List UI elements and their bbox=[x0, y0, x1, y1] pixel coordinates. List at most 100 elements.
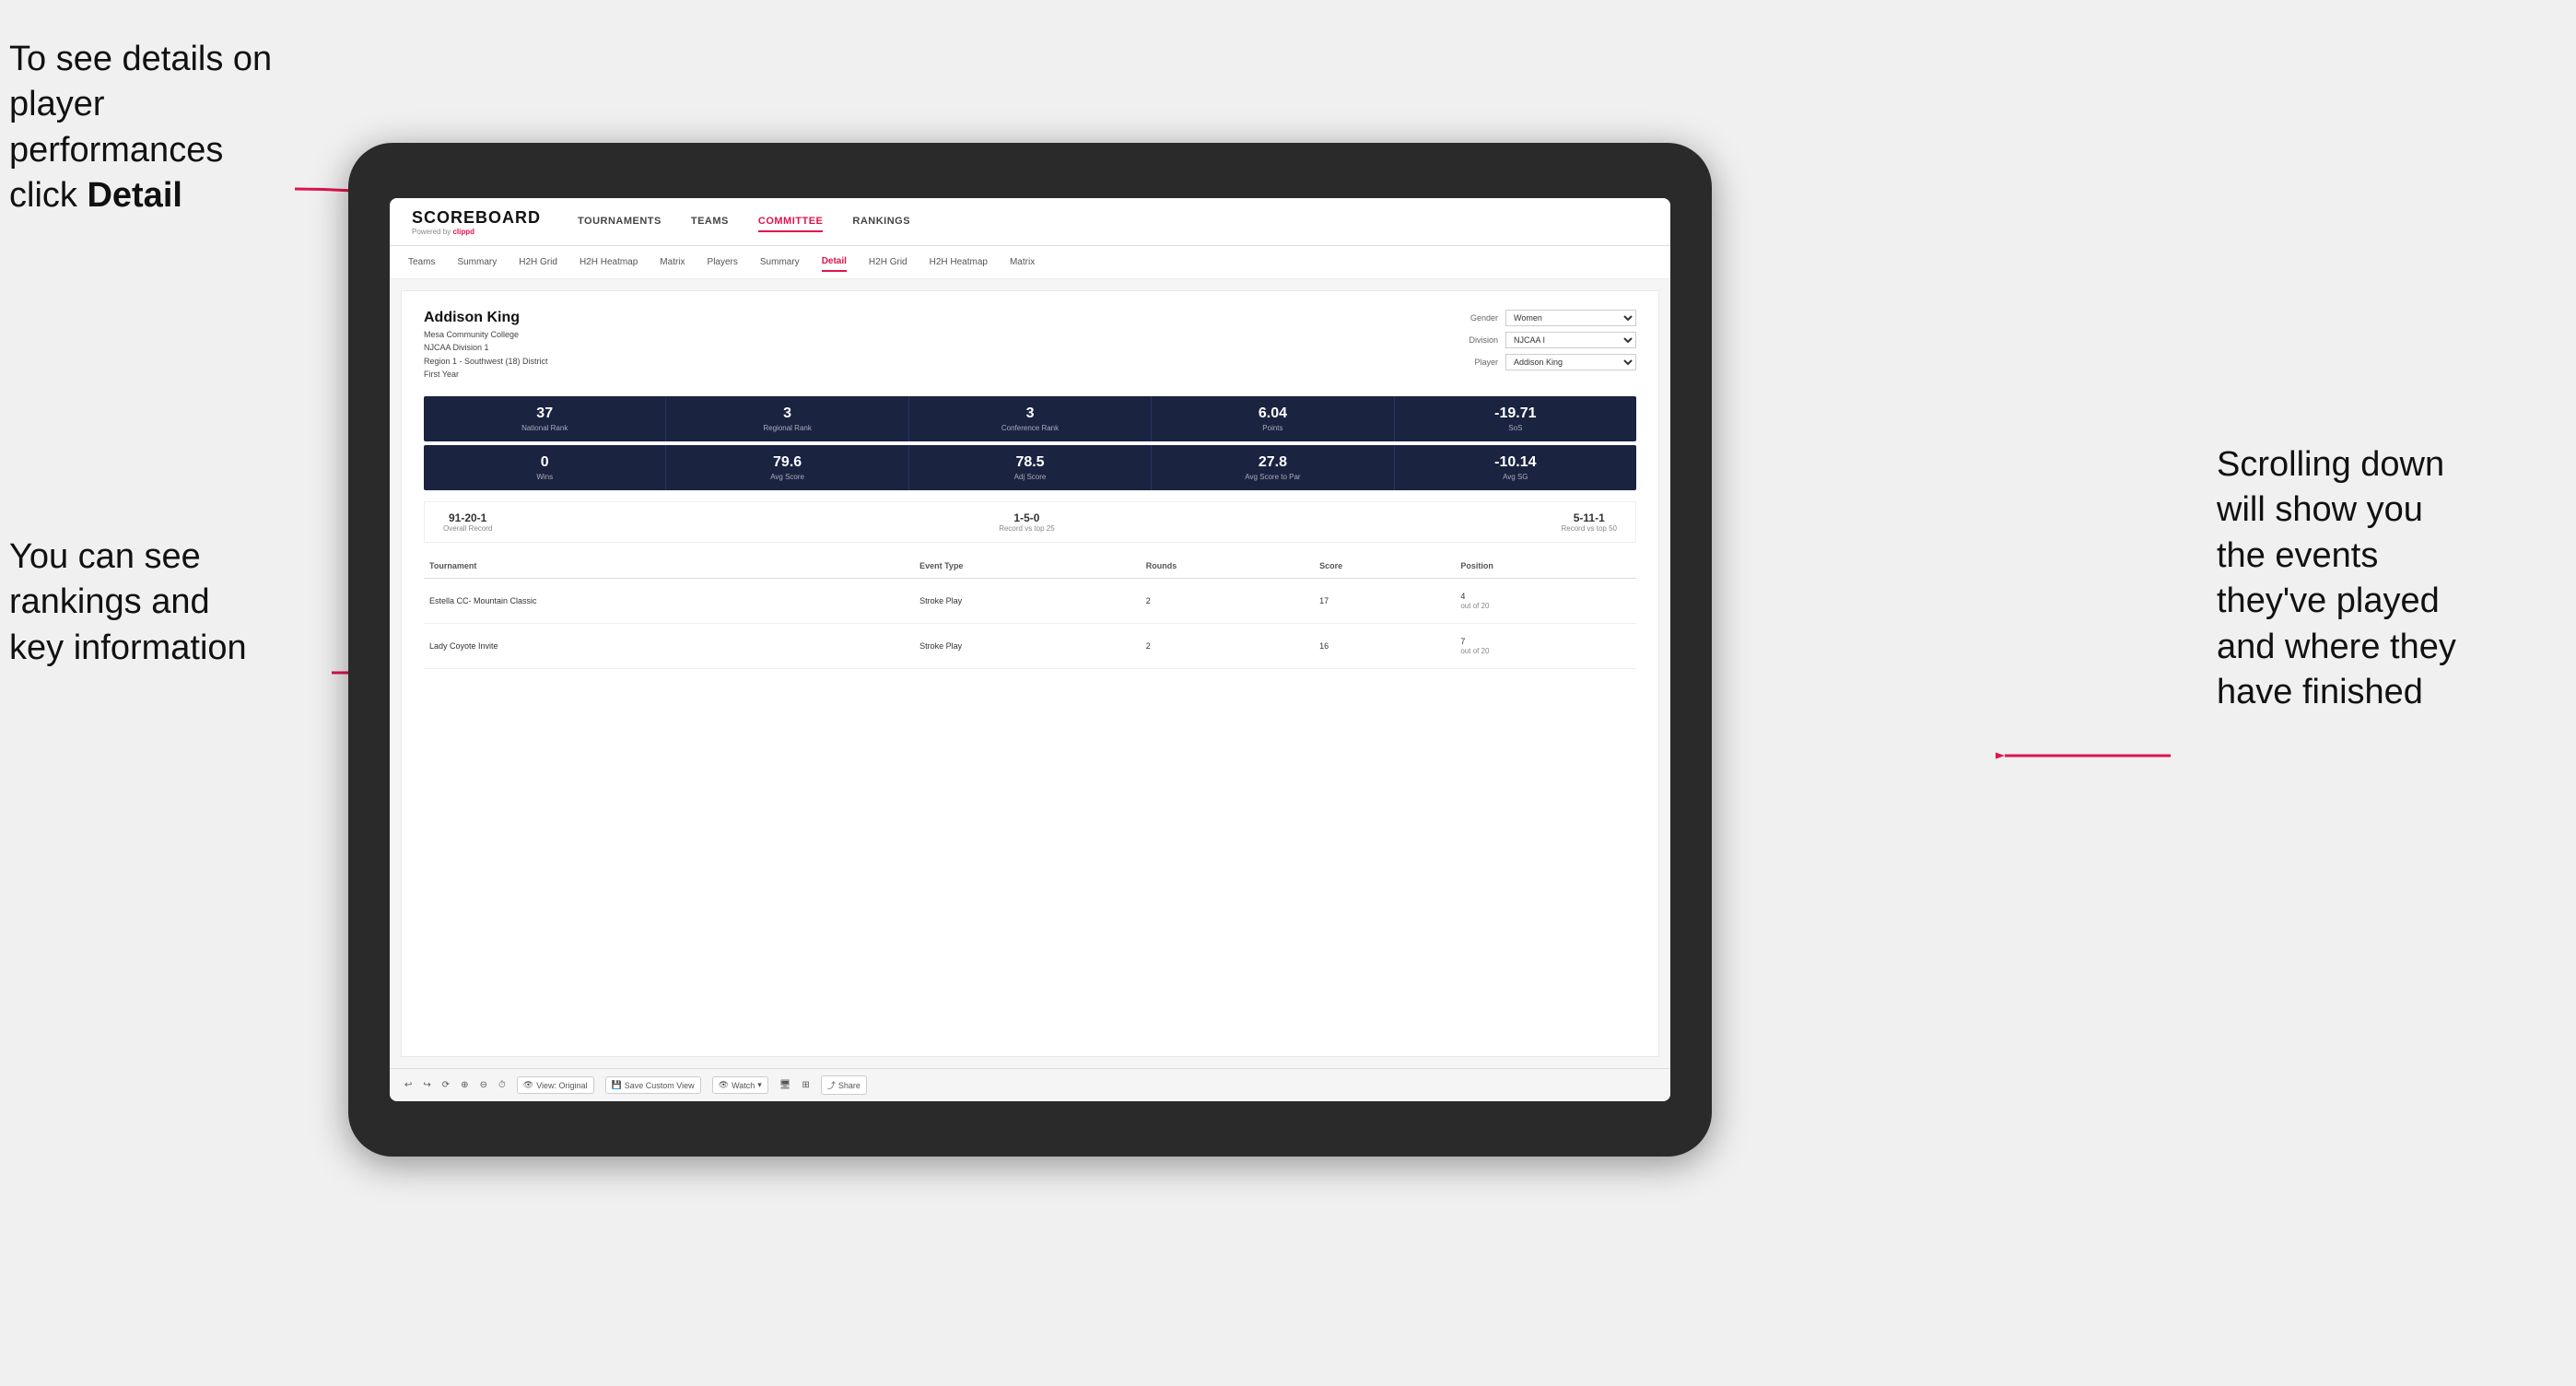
refresh-icon[interactable]: ⟳ bbox=[442, 1080, 450, 1090]
division-select[interactable]: NJCAA I NJCAA II bbox=[1505, 332, 1636, 348]
tab-detail[interactable]: Detail bbox=[822, 253, 847, 272]
tab-h2h-heatmap2[interactable]: H2H Heatmap bbox=[930, 253, 988, 271]
player-year: First Year bbox=[424, 368, 548, 381]
tab-summary[interactable]: Summary bbox=[457, 253, 497, 271]
nav-tournaments[interactable]: TOURNAMENTS bbox=[578, 212, 662, 232]
stat-conference-rank-value: 3 bbox=[917, 405, 1143, 422]
save-label: Save Custom View bbox=[625, 1081, 695, 1090]
stat-conference-rank-label: Conference Rank bbox=[917, 424, 1143, 432]
col-event-type: Event Type bbox=[914, 554, 1141, 579]
stat-points-label: Points bbox=[1159, 424, 1386, 432]
stat-avg-score-label: Avg Score bbox=[673, 473, 900, 481]
monitor-icon[interactable]: 🖥 bbox=[779, 1080, 791, 1090]
share-label: Share bbox=[838, 1081, 861, 1090]
share-icon: ⤴ bbox=[827, 1079, 836, 1091]
gender-control: Gender Women Men bbox=[1452, 310, 1636, 326]
grid-icon[interactable]: ⊞ bbox=[802, 1080, 810, 1090]
zoom-out-icon[interactable]: ⊖ bbox=[480, 1080, 487, 1090]
table-row: Estella CC- Mountain Classic Stroke Play… bbox=[424, 578, 1636, 623]
stat-adj-score: 78.5 Adj Score bbox=[909, 445, 1152, 490]
share-button[interactable]: ⤴ Share bbox=[821, 1075, 867, 1095]
stat-avg-score-par-label: Avg Score to Par bbox=[1159, 473, 1386, 481]
tab-teams[interactable]: Teams bbox=[408, 253, 435, 271]
table-row: Lady Coyote Invite Stroke Play 2 16 7out… bbox=[424, 623, 1636, 668]
logo-area: SCOREBOARD Powered by clippd bbox=[412, 208, 541, 236]
save-icon: 💾 bbox=[612, 1080, 622, 1090]
cell-score-1: 17 bbox=[1314, 578, 1455, 623]
stat-wins: 0 Wins bbox=[424, 445, 666, 490]
record-overall: 91-20-1 Overall Record bbox=[443, 511, 492, 533]
stat-national-rank: 37 National Rank bbox=[424, 396, 666, 441]
player-info: Addison King Mesa Community College NJCA… bbox=[424, 310, 548, 382]
nav-teams[interactable]: TEAMS bbox=[691, 212, 729, 232]
top-nav: SCOREBOARD Powered by clippd TOURNAMENTS… bbox=[390, 198, 1670, 246]
stat-avg-sg: -10.14 Avg SG bbox=[1395, 445, 1636, 490]
player-name: Addison King bbox=[424, 310, 548, 326]
stat-conference-rank: 3 Conference Rank bbox=[909, 396, 1152, 441]
undo-icon[interactable]: ↩ bbox=[404, 1080, 412, 1090]
cell-tournament-2: Lady Coyote Invite bbox=[424, 623, 914, 668]
player-select[interactable]: Addison King bbox=[1505, 354, 1636, 370]
tablet-frame: SCOREBOARD Powered by clippd TOURNAMENTS… bbox=[348, 143, 1712, 1157]
annotation-right: Scrolling down will show you the events … bbox=[2217, 442, 2567, 715]
stat-avg-score: 79.6 Avg Score bbox=[666, 445, 908, 490]
cell-score-2: 16 bbox=[1314, 623, 1455, 668]
tab-players[interactable]: Players bbox=[708, 253, 738, 271]
stat-adj-score-label: Adj Score bbox=[917, 473, 1143, 481]
watch-label: Watch bbox=[732, 1081, 755, 1090]
logo-scoreboard: SCOREBOARD bbox=[412, 208, 541, 228]
tab-h2h-grid[interactable]: H2H Grid bbox=[519, 253, 557, 271]
nav-committee[interactable]: COMMITTEE bbox=[758, 212, 824, 232]
stat-wins-label: Wins bbox=[431, 473, 658, 481]
content-panel: Addison King Mesa Community College NJCA… bbox=[401, 290, 1659, 1057]
tab-h2h-grid2[interactable]: H2H Grid bbox=[869, 253, 907, 271]
tab-matrix[interactable]: Matrix bbox=[660, 253, 685, 271]
clock-icon[interactable]: ⏱ bbox=[498, 1080, 506, 1090]
cell-position-2: 7out of 20 bbox=[1455, 623, 1636, 668]
main-content: Addison King Mesa Community College NJCA… bbox=[390, 279, 1670, 1068]
watch-icon: 👁 bbox=[719, 1080, 729, 1090]
record-top25: 1-5-0 Record vs top 25 bbox=[999, 511, 1054, 533]
watch-button[interactable]: 👁 Watch ▾ bbox=[712, 1076, 768, 1094]
tab-h2h-heatmap[interactable]: H2H Heatmap bbox=[580, 253, 638, 271]
col-score: Score bbox=[1314, 554, 1455, 579]
save-custom-view-button[interactable]: 💾 Save Custom View bbox=[605, 1076, 701, 1094]
redo-icon[interactable]: ↪ bbox=[423, 1080, 430, 1090]
tournament-table: Tournament Event Type Rounds Score Posit… bbox=[424, 554, 1636, 669]
stat-regional-rank-label: Regional Rank bbox=[673, 424, 900, 432]
division-control: Division NJCAA I NJCAA II bbox=[1452, 332, 1636, 348]
stat-regional-rank-value: 3 bbox=[673, 405, 900, 422]
nav-rankings[interactable]: RANKINGS bbox=[852, 212, 910, 232]
stat-avg-score-value: 79.6 bbox=[673, 454, 900, 471]
records-row: 91-20-1 Overall Record 1-5-0 Record vs t… bbox=[424, 501, 1636, 543]
record-top25-value: 1-5-0 bbox=[999, 511, 1054, 524]
record-overall-label: Overall Record bbox=[443, 524, 492, 533]
col-rounds: Rounds bbox=[1141, 554, 1314, 579]
stat-regional-rank: 3 Regional Rank bbox=[666, 396, 908, 441]
tab-matrix2[interactable]: Matrix bbox=[1010, 253, 1035, 271]
gender-label: Gender bbox=[1452, 313, 1498, 323]
tab-summary2[interactable]: Summary bbox=[760, 253, 800, 271]
gender-select[interactable]: Women Men bbox=[1505, 310, 1636, 326]
view-original-button[interactable]: 👁 View: Original bbox=[517, 1076, 594, 1094]
record-overall-value: 91-20-1 bbox=[443, 511, 492, 524]
cell-event-type-1: Stroke Play bbox=[914, 578, 1141, 623]
annotation-bottom-left: You can see rankings and key information bbox=[9, 534, 322, 671]
record-top50: 5-11-1 Record vs top 50 bbox=[1562, 511, 1617, 533]
stat-sos-label: SoS bbox=[1402, 424, 1629, 432]
zoom-in-icon[interactable]: ⊕ bbox=[461, 1080, 468, 1090]
stat-points-value: 6.04 bbox=[1159, 405, 1386, 422]
cell-event-type-2: Stroke Play bbox=[914, 623, 1141, 668]
player-header: Addison King Mesa Community College NJCA… bbox=[424, 310, 1636, 382]
view-icon: 👁 bbox=[523, 1080, 533, 1090]
stat-sos: -19.71 SoS bbox=[1395, 396, 1636, 441]
player-region: Region 1 - Southwest (18) District bbox=[424, 355, 548, 368]
col-position: Position bbox=[1455, 554, 1636, 579]
record-top50-label: Record vs top 50 bbox=[1562, 524, 1617, 533]
col-tournament: Tournament bbox=[424, 554, 914, 579]
stat-national-rank-value: 37 bbox=[431, 405, 658, 422]
cell-tournament-1: Estella CC- Mountain Classic bbox=[424, 578, 914, 623]
stat-avg-sg-value: -10.14 bbox=[1402, 454, 1629, 471]
player-label: Player bbox=[1452, 358, 1498, 367]
sub-nav: Teams Summary H2H Grid H2H Heatmap Matri… bbox=[390, 246, 1670, 279]
